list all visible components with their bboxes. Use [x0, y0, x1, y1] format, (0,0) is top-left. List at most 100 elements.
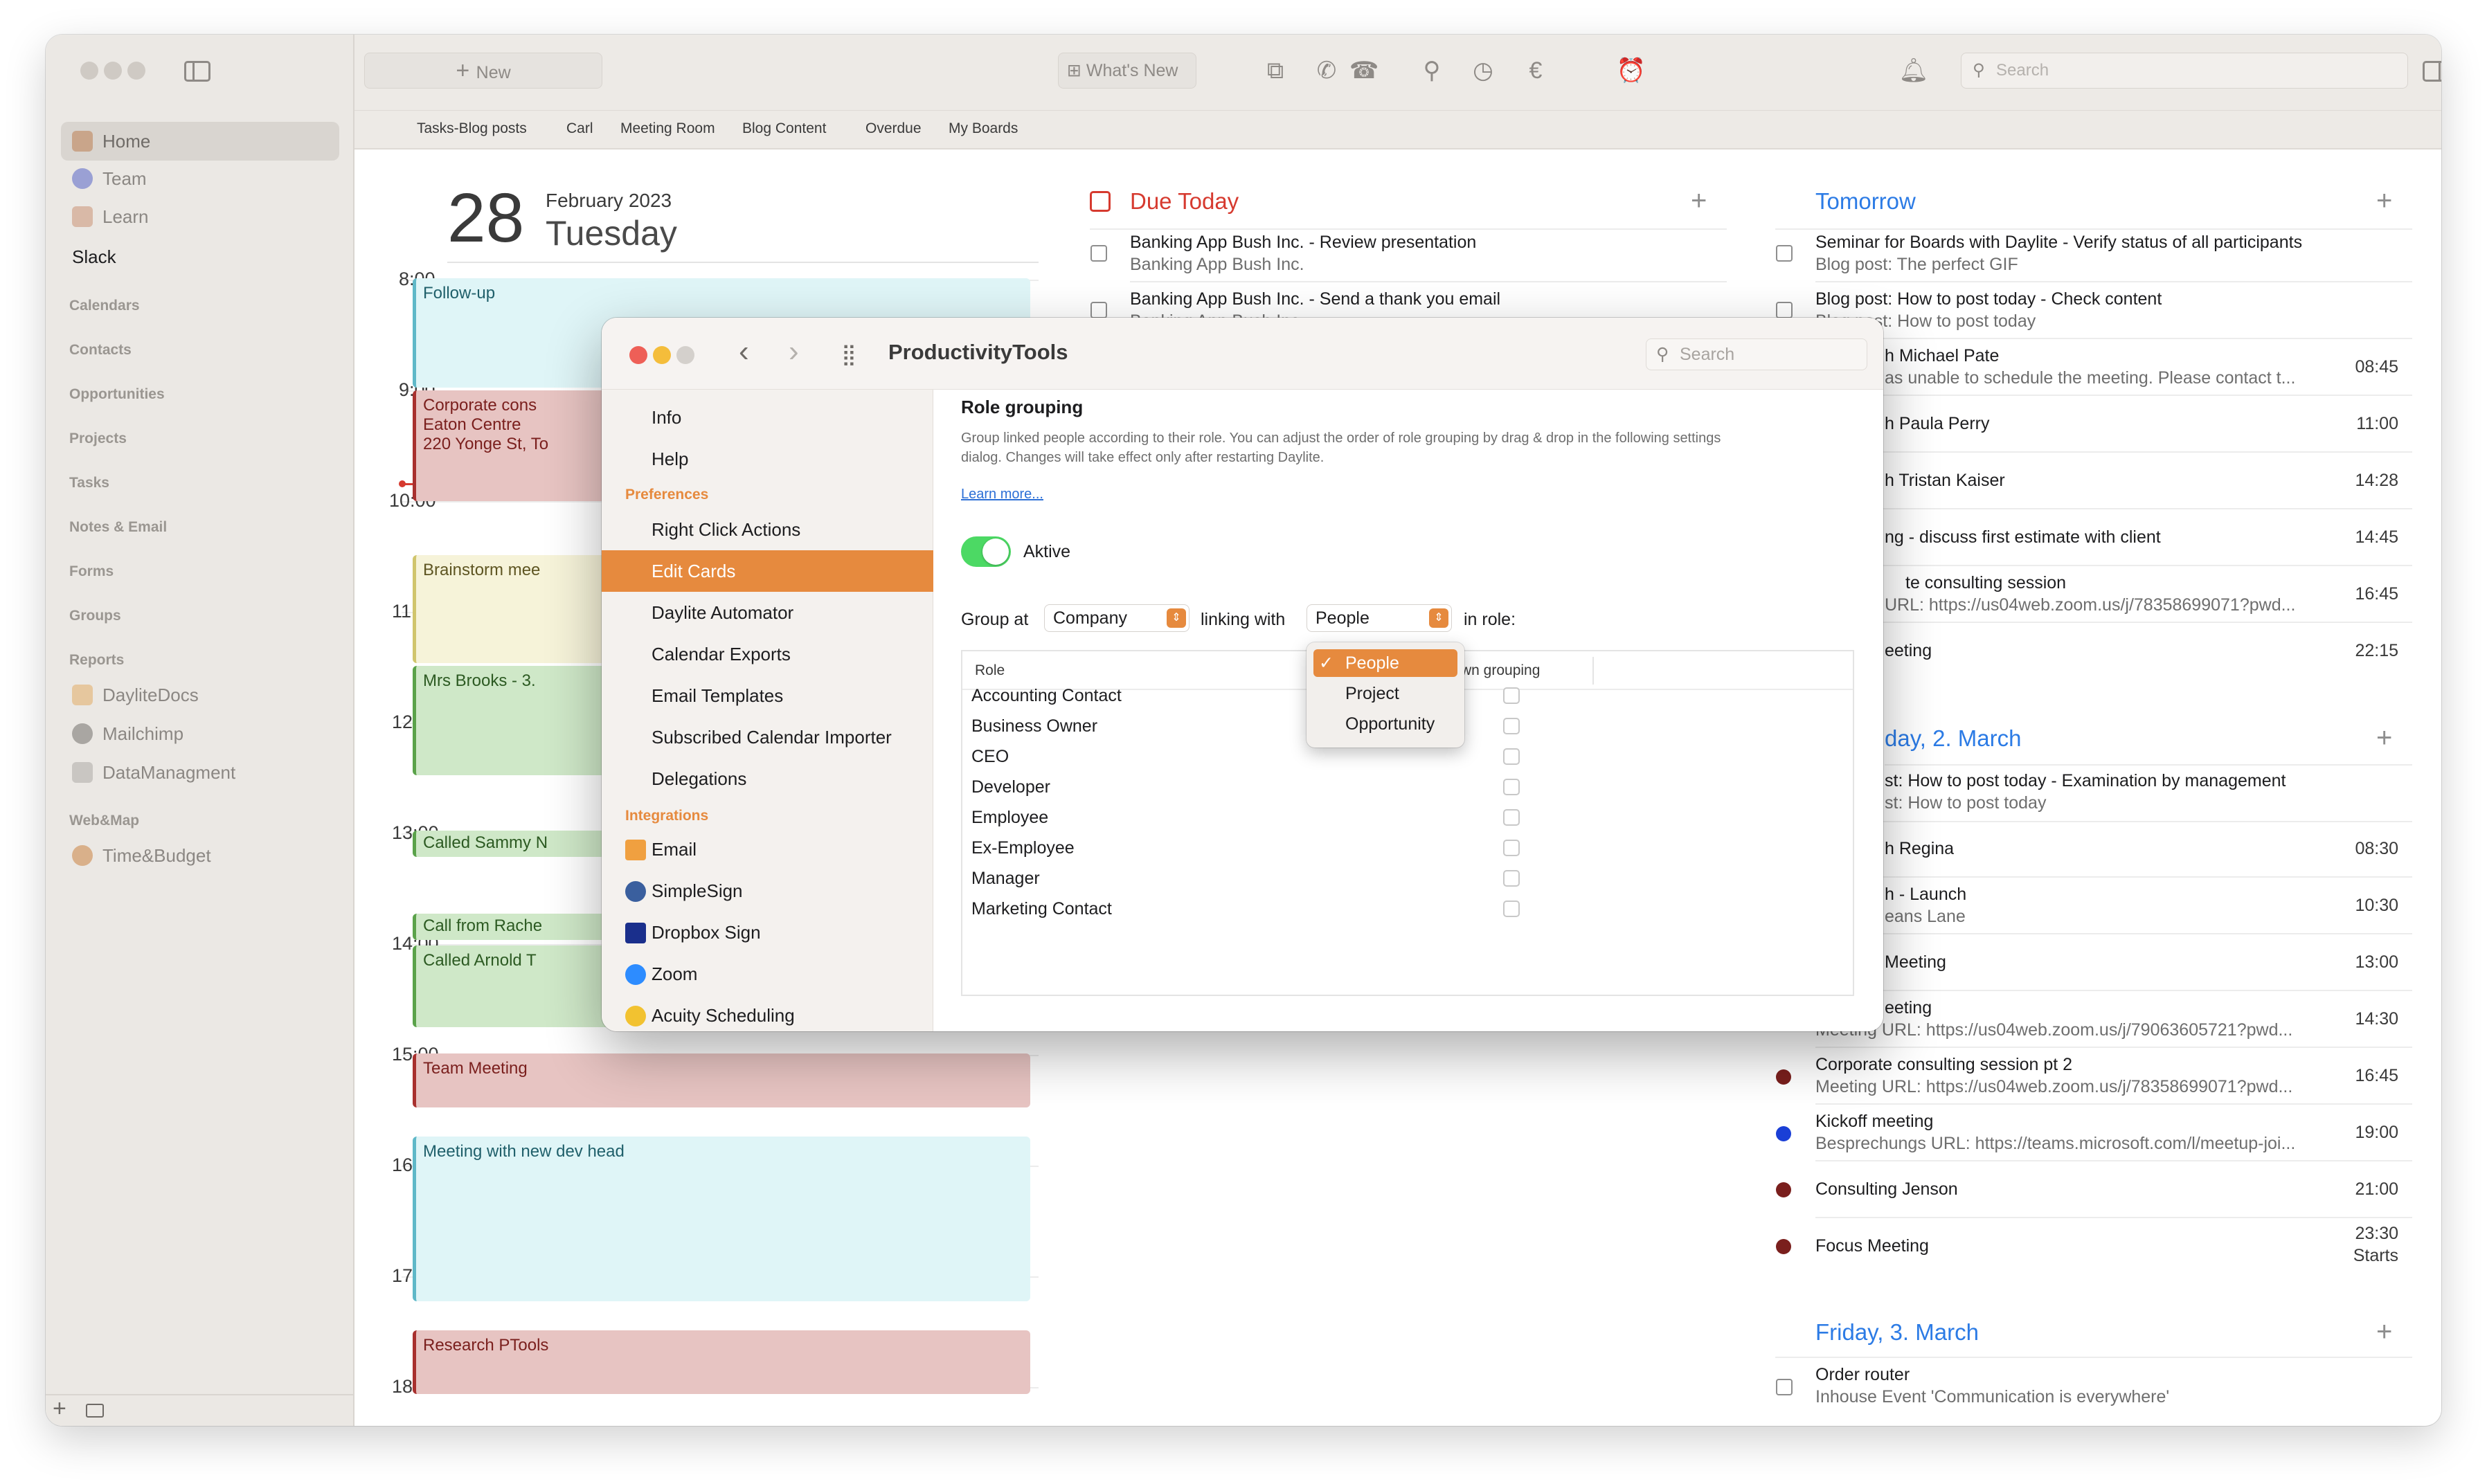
section-opportunities[interactable]: Opportunities: [69, 386, 165, 403]
section-reports[interactable]: Reports: [69, 652, 124, 669]
add-due-task-button[interactable]: +: [1691, 186, 1707, 217]
event-block[interactable]: Call from Rache: [413, 914, 620, 940]
own-grouping-checkbox[interactable]: [1503, 809, 1520, 826]
phone-icon[interactable]: ✆: [1311, 55, 1342, 86]
header-own-grouping[interactable]: wn grouping: [1461, 662, 1540, 679]
group-at-select[interactable]: Company ⇕: [1044, 604, 1189, 632]
section-tasks[interactable]: Tasks: [69, 475, 109, 491]
minimize-window-button[interactable]: [104, 62, 122, 80]
search-input[interactable]: ⚲ Search: [1961, 53, 2408, 89]
sidebar-item-daylitedocs[interactable]: DayliteDocs: [61, 676, 339, 714]
own-grouping-checkbox[interactable]: [1503, 840, 1520, 856]
alarm-icon[interactable]: ⏰: [1616, 55, 1646, 86]
sidebar-item-learn[interactable]: Learn: [61, 197, 339, 236]
sidebar-item-mailchimp[interactable]: Mailchimp: [61, 714, 339, 753]
integration-item-acuity-scheduling[interactable]: Acuity Scheduling: [602, 995, 933, 1031]
section-calendars[interactable]: Calendars: [69, 298, 140, 314]
task-title[interactable]: Banking App Bush Inc. - Review presentat…: [1130, 233, 1718, 253]
role-row[interactable]: Business Owner: [971, 716, 1097, 736]
learn-more-link[interactable]: Learn more...: [961, 487, 1043, 503]
board-icon[interactable]: ⧉: [1260, 55, 1291, 86]
add-tomorrow-button[interactable]: +: [2376, 186, 2392, 217]
bookmark-meeting-room[interactable]: Meeting Room: [620, 120, 715, 137]
row-title[interactable]: te consulting session: [1905, 573, 2321, 593]
task-checkbox[interactable]: [1776, 245, 1793, 262]
dialog-zoom-button[interactable]: [676, 346, 694, 364]
linking-with-select[interactable]: People ⇕: [1307, 604, 1452, 632]
section-projects[interactable]: Projects: [69, 431, 127, 447]
row-title[interactable]: Blog post: How to post today - Check con…: [1815, 289, 2411, 309]
inspector-toggle-icon[interactable]: [2423, 61, 2441, 82]
row-title[interactable]: Corporate consulting session pt 2: [1815, 1055, 2314, 1075]
add-friday-button[interactable]: +: [2376, 1316, 2392, 1348]
row-title[interactable]: Focus Meeting: [1815, 1236, 2314, 1256]
section-webmap[interactable]: Web&Map: [69, 813, 139, 829]
row-title[interactable]: eeting: [1885, 641, 2314, 661]
own-grouping-checkbox[interactable]: [1503, 779, 1520, 795]
sidebar-item-slack[interactable]: Slack: [72, 246, 116, 268]
zoom-window-button[interactable]: [127, 62, 145, 80]
row-title[interactable]: h Michael Pate: [1885, 346, 2314, 366]
header-role[interactable]: Role: [975, 662, 1005, 679]
bookmark-blog-content[interactable]: Blog Content: [742, 120, 826, 137]
own-grouping-checkbox[interactable]: [1503, 870, 1520, 887]
event-block[interactable]: Research PTools: [413, 1330, 1030, 1394]
bookmark-tasks-blog-posts[interactable]: Tasks-Blog posts: [417, 120, 527, 137]
sidebar-item-datamanagment[interactable]: DataManagment: [61, 753, 339, 792]
calendar-small-icon[interactable]: [86, 1404, 104, 1418]
task-checkbox[interactable]: [1090, 302, 1107, 318]
dialog-minimize-button[interactable]: [653, 346, 671, 364]
task-checkbox[interactable]: [1090, 245, 1107, 262]
row-title[interactable]: Seminar for Boards with Daylite - Verify…: [1815, 233, 2411, 253]
event-block[interactable]: Meeting with new dev head: [413, 1137, 1030, 1301]
row-title[interactable]: h - Launch: [1885, 885, 2314, 905]
role-row[interactable]: CEO: [971, 747, 1009, 767]
own-grouping-checkbox[interactable]: [1503, 901, 1520, 917]
back-chevron-icon[interactable]: ‹: [739, 334, 749, 369]
sidebar-item-home[interactable]: Home: [61, 122, 339, 161]
row-title[interactable]: eeting: [1885, 998, 2314, 1018]
pref-item-subscribed-calendar-importer[interactable]: Subscribed Calendar Importer: [602, 716, 933, 758]
whats-new-button[interactable]: ⊞ What's New: [1058, 53, 1196, 89]
event-block[interactable]: Team Meeting: [413, 1053, 1030, 1107]
grid-icon[interactable]: ⣿: [841, 343, 856, 367]
bookmark-carl[interactable]: Carl: [566, 120, 593, 137]
sidebar-item-timebudget[interactable]: Time&Budget: [61, 836, 339, 875]
pref-item-help[interactable]: Help: [602, 438, 933, 480]
pref-item-right-click-actions[interactable]: Right Click Actions: [602, 509, 933, 550]
add-thursday-button[interactable]: +: [2376, 723, 2392, 754]
bell-icon[interactable]: 🔔︎: [1898, 55, 1929, 86]
timer-icon[interactable]: ◷: [1468, 55, 1498, 86]
event-block[interactable]: Mrs Brooks - 3.: [413, 666, 620, 775]
pref-item-daylite-automator[interactable]: Daylite Automator: [602, 592, 933, 633]
sidebar-toggle-icon[interactable]: [184, 61, 210, 82]
integration-item-zoom[interactable]: Zoom: [602, 953, 933, 995]
row-title[interactable]: h Tristan Kaiser: [1885, 471, 2314, 491]
task-title[interactable]: Banking App Bush Inc. - Send a thank you…: [1130, 289, 1718, 309]
org-chart-icon[interactable]: ⚲: [1417, 55, 1447, 86]
own-grouping-checkbox[interactable]: [1503, 718, 1520, 734]
bookmark-overdue[interactable]: Overdue: [865, 120, 922, 137]
row-title[interactable]: h Paula Perry: [1885, 414, 2314, 434]
section-forms[interactable]: Forms: [69, 563, 114, 580]
event-block[interactable]: Called Arnold T: [413, 945, 620, 1027]
event-block[interactable]: Brainstorm mee: [413, 555, 620, 663]
own-grouping-checkbox[interactable]: [1503, 687, 1520, 704]
integration-item-simplesign[interactable]: SimpleSign: [602, 870, 933, 912]
own-grouping-checkbox[interactable]: [1503, 748, 1520, 765]
dropdown-option-project[interactable]: Project: [1313, 680, 1457, 707]
section-groups[interactable]: Groups: [69, 608, 121, 624]
section-notes-email[interactable]: Notes & Email: [69, 519, 167, 536]
pref-item-info[interactable]: Info: [602, 397, 933, 438]
forward-chevron-icon[interactable]: ›: [789, 334, 799, 369]
event-block[interactable]: Corporate cons Eaton Centre 220 Yonge St…: [413, 390, 620, 501]
dropdown-option-opportunity[interactable]: Opportunity: [1313, 710, 1457, 738]
role-row[interactable]: Accounting Contact: [971, 686, 1122, 706]
pref-item-email-templates[interactable]: Email Templates: [602, 675, 933, 716]
section-contacts[interactable]: Contacts: [69, 342, 132, 359]
row-title[interactable]: Consulting Jenson: [1815, 1179, 2314, 1200]
pref-item-edit-cards[interactable]: Edit Cards: [602, 550, 933, 592]
task-checkbox[interactable]: [1776, 1379, 1793, 1395]
row-title[interactable]: Meeting: [1885, 952, 2314, 972]
close-window-button[interactable]: [80, 62, 98, 80]
